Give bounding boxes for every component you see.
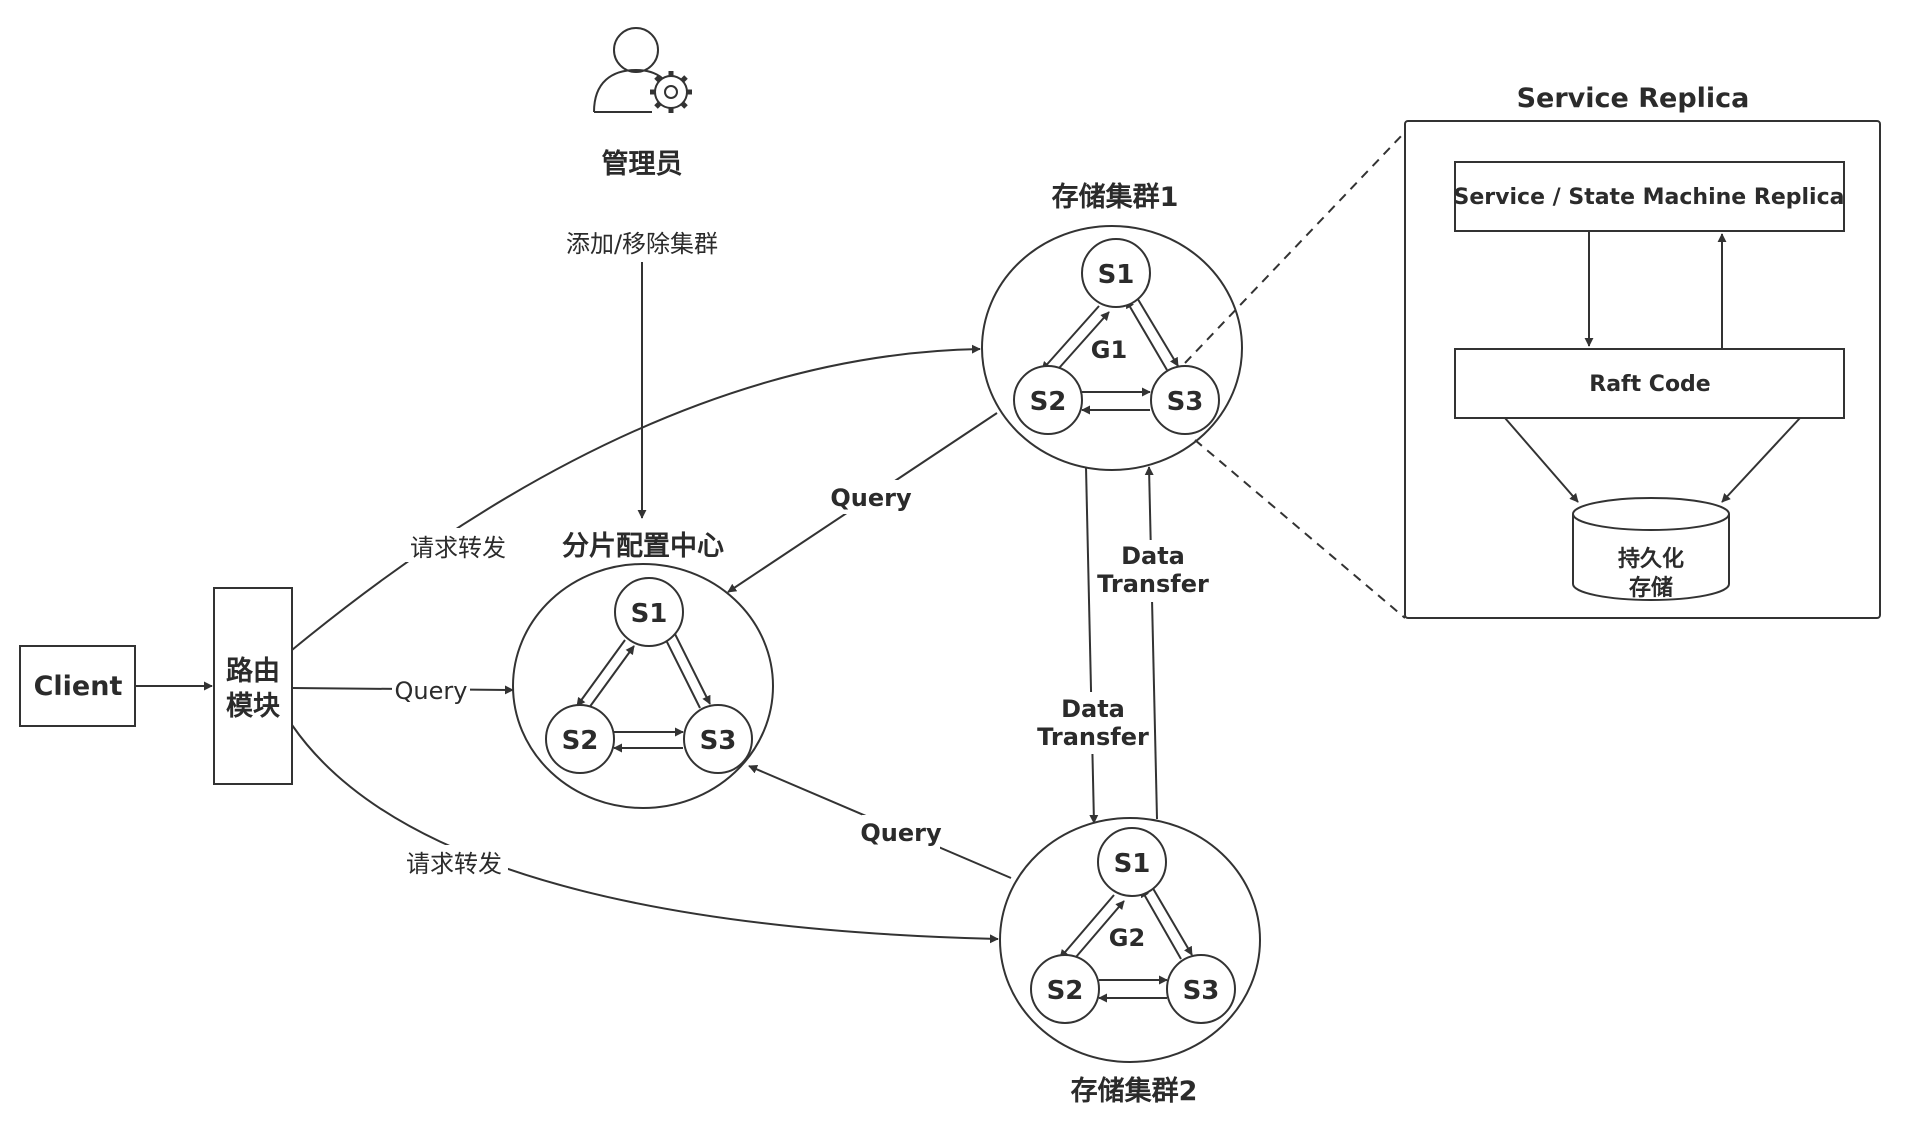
raft-box-label: Raft Code [1589,372,1710,397]
replica-title: Service Replica [1517,83,1750,114]
cluster1-s1-label: S1 [1098,260,1135,290]
cluster2-s3-label: S3 [1183,976,1220,1006]
router-label-line1: 路由 [226,655,280,687]
router-label-line2: 模块 [226,691,281,722]
architecture-diagram: 管理员 添加/移除集群 Client 路由 模块 请求转发 Query 请求转发… [0,0,1918,1125]
forward-top-label: 请求转发 [410,534,506,562]
config-center-title: 分片配置中心 [562,531,724,562]
admin-action-label: 添加/移除集群 [566,230,718,258]
transfer-down-label-line2: Transfer [1037,723,1149,751]
config-center-s1-label: S1 [631,599,668,629]
admin-user-gear-icon [593,27,692,113]
cluster1-group-label: G1 [1091,336,1127,364]
config-center-s3-label: S3 [700,726,737,756]
cluster1-s3-label: S3 [1167,387,1204,417]
transfer-up-label-line1: Data [1121,542,1185,570]
query-cluster2-label: Query [860,819,942,847]
storage-label-line2: 存储 [1629,575,1673,601]
admin-label: 管理员 [602,149,683,180]
transfer-up-edge [1144,466,1158,820]
client-label: Client [34,671,123,702]
service-box-label: Service / State Machine Replica [1454,185,1845,210]
diagram-canvas: 管理员 添加/移除集群 Client 路由 模块 请求转发 Query 请求转发… [19,27,1881,1107]
transfer-up-label-line2: Transfer [1097,570,1209,598]
forward-bottom-label: 请求转发 [406,850,502,878]
cluster2-s2-label: S2 [1047,976,1084,1006]
cluster2-s1-label: S1 [1114,849,1151,879]
transfer-down-label-line1: Data [1061,695,1125,723]
storage-label-line1: 持久化 [1618,546,1684,572]
cluster2-title: 存储集群2 [1071,1075,1198,1107]
query-router-label: Query [395,677,468,705]
cluster2-group-label: G2 [1109,924,1145,952]
transfer-down-edge [1085,466,1099,824]
zoom-line-bottom [1194,439,1406,619]
zoom-line-top [1184,131,1406,364]
query-cluster1-label: Query [830,484,912,512]
cluster1-s2-label: S2 [1030,387,1067,417]
config-center-s2-label: S2 [562,726,599,756]
cluster1-title: 存储集群1 [1052,181,1179,213]
